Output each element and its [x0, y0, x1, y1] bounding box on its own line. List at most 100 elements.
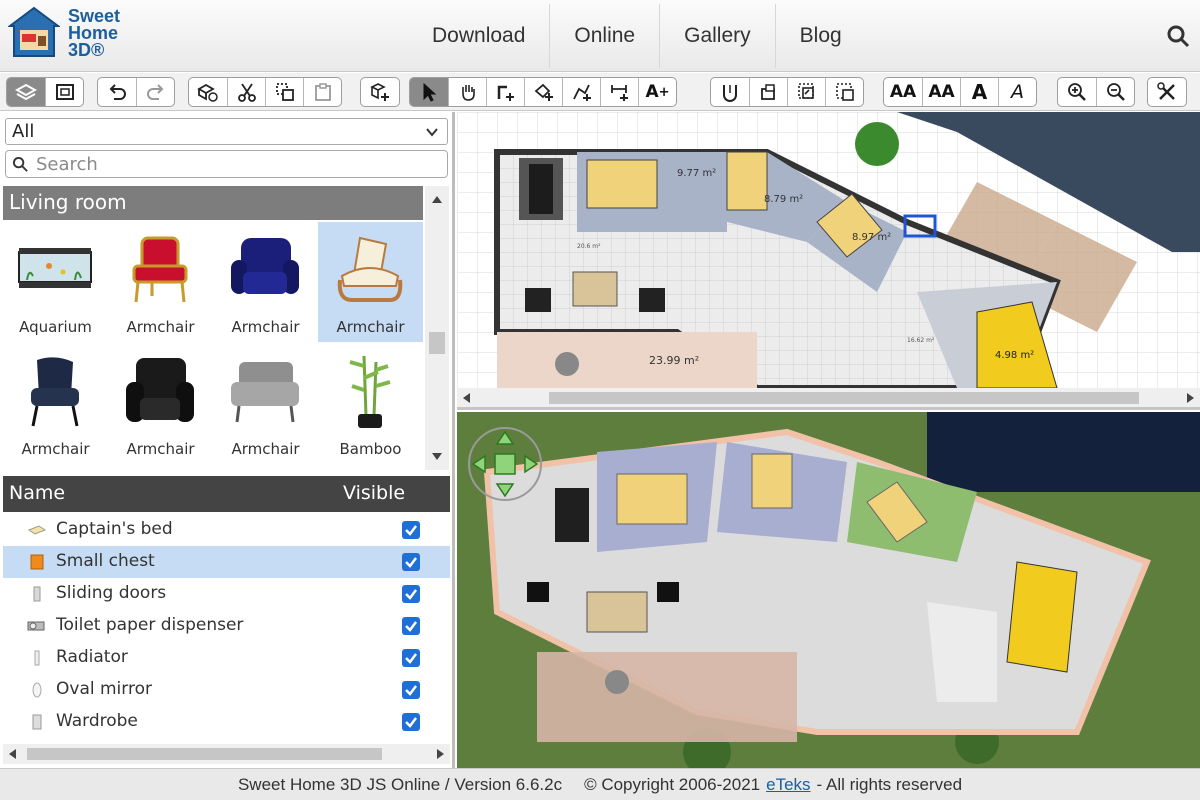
rotate-button[interactable]: [749, 78, 787, 106]
catalog-item-aquarium[interactable]: Aquarium: [3, 222, 108, 342]
furniture-row-toilet-paper-dispenser[interactable]: Toilet paper dispenser: [3, 610, 450, 642]
furniture-list: Name Visible Captain's bed Small chest S…: [3, 476, 450, 766]
visible-checkbox[interactable]: [402, 521, 420, 539]
scroll-right-icon[interactable]: [437, 749, 444, 759]
visible-checkbox[interactable]: [402, 713, 420, 731]
column-visible-header[interactable]: Visible: [343, 482, 405, 504]
nav-blog[interactable]: Blog: [774, 4, 866, 68]
nav-gallery[interactable]: Gallery: [659, 4, 775, 68]
scroll-left-icon[interactable]: [463, 393, 470, 403]
view-3d-button[interactable]: [45, 78, 83, 106]
scroll-thumb[interactable]: [27, 748, 382, 760]
add-group-button[interactable]: [361, 78, 399, 106]
visible-checkbox[interactable]: [402, 649, 420, 667]
cut-button[interactable]: [227, 78, 265, 106]
select-mode-button[interactable]: [410, 78, 448, 106]
furniture-row-oval-mirror[interactable]: Oval mirror: [3, 674, 450, 706]
visible-checkbox[interactable]: [402, 585, 420, 603]
furniture-list-scrollbar[interactable]: [3, 744, 450, 764]
preferences-button[interactable]: [1148, 78, 1186, 106]
select-catalog-button[interactable]: [7, 78, 45, 106]
view-3d-icon: [55, 84, 74, 100]
furniture-row-wardrobe[interactable]: Wardrobe: [3, 706, 450, 738]
undo-redo-group: [97, 77, 175, 107]
view-mode-group: [6, 77, 84, 107]
pan-mode-button[interactable]: [448, 78, 486, 106]
furniture-catalog: Living room Aquarium Armchair Armchair A…: [3, 186, 450, 470]
plan-view[interactable]: 9.77 m² 8.79 m² 8.97 m² 23.99 m² 4.98 m²…: [457, 112, 1200, 410]
catalog-item-label: Armchair: [231, 318, 300, 336]
scroll-up-icon[interactable]: [432, 196, 442, 203]
furniture-row-sliding-doors[interactable]: Sliding doors: [3, 578, 450, 610]
scroll-thumb[interactable]: [429, 332, 445, 354]
create-dimensions-button[interactable]: [600, 78, 638, 106]
visible-checkbox[interactable]: [402, 681, 420, 699]
catalog-item-armchair-wood[interactable]: Armchair: [318, 222, 423, 342]
3d-navigation-control[interactable]: [465, 424, 545, 504]
scroll-down-icon[interactable]: [432, 453, 442, 460]
furniture-row-small-chest[interactable]: Small chest: [3, 546, 450, 578]
scroll-right-icon[interactable]: [1187, 393, 1194, 403]
search-input[interactable]: Search: [5, 150, 448, 178]
furniture-row-radiator[interactable]: Radiator: [3, 642, 450, 674]
undo-button[interactable]: [98, 78, 136, 106]
decrease-text-button[interactable]: AA: [922, 78, 960, 106]
italic-text-icon: A: [1011, 81, 1024, 103]
scroll-left-icon[interactable]: [9, 749, 16, 759]
toilet-paper-icon: [27, 621, 45, 631]
category-select[interactable]: All: [5, 118, 448, 145]
zoom-out-button[interactable]: [1096, 78, 1134, 106]
create-polylines-button[interactable]: [562, 78, 600, 106]
catalog-item-armchair-grey[interactable]: Armchair: [213, 344, 318, 464]
flip-button[interactable]: [711, 78, 749, 106]
zoom-in-button[interactable]: [1058, 78, 1096, 106]
column-name-header[interactable]: Name: [9, 482, 65, 504]
add-furniture-button[interactable]: [189, 78, 227, 106]
catalog-item-armchair-leather[interactable]: Armchair: [108, 344, 213, 464]
paste-style-button[interactable]: [825, 78, 863, 106]
visible-checkbox[interactable]: [402, 617, 420, 635]
footer: Sweet Home 3D JS Online / Version 6.6.2c…: [0, 768, 1200, 800]
catalog-scrollbar[interactable]: [425, 186, 449, 470]
redo-button[interactable]: [136, 78, 174, 106]
text-style-group: AA AA A A: [883, 77, 1037, 107]
search-icon[interactable]: [1166, 24, 1190, 48]
furniture-row-captains-bed[interactable]: Captain's bed: [3, 514, 450, 546]
left-panel: All Search Living room Aquarium Armchair…: [0, 112, 455, 768]
group-group: [360, 77, 400, 107]
catalog-item-label: Aquarium: [19, 318, 92, 336]
nav-download[interactable]: Download: [408, 4, 549, 68]
copy-button[interactable]: [265, 78, 303, 106]
sweet-home-3d-logo[interactable]: Sweet Home 3D®: [7, 6, 148, 66]
eteks-link[interactable]: eTeks: [766, 775, 810, 795]
create-walls-button[interactable]: [486, 78, 524, 106]
duplicate-button[interactable]: [787, 78, 825, 106]
catalog-item-label: Armchair: [231, 440, 300, 458]
arrow-up-icon[interactable]: [495, 430, 515, 445]
arrow-left-icon[interactable]: [471, 454, 486, 474]
plan-scrollbar[interactable]: [457, 388, 1200, 407]
bold-text-button[interactable]: A: [960, 78, 998, 106]
catalog-item-armchair-red[interactable]: Armchair: [108, 222, 213, 342]
zoom-out-icon: [1106, 83, 1125, 101]
search-placeholder: Search: [36, 154, 98, 175]
catalog-item-armchair-blue[interactable]: Armchair: [213, 222, 318, 342]
logo-line-3: 3D®: [68, 40, 105, 60]
increase-text-button[interactable]: AA: [884, 78, 922, 106]
leather-armchair-icon: [126, 358, 194, 422]
3d-view[interactable]: [457, 412, 1200, 768]
arrow-down-icon[interactable]: [495, 483, 515, 498]
catalog-item-armchair-navy[interactable]: Armchair: [3, 344, 108, 464]
add-group-icon: [370, 83, 389, 101]
arrow-right-icon[interactable]: [524, 454, 539, 474]
area-label: 8.97 m²: [852, 232, 891, 243]
add-text-button[interactable]: A +: [638, 78, 676, 106]
italic-text-button[interactable]: A: [998, 78, 1036, 106]
increase-text-icon: AA: [889, 82, 917, 102]
catalog-item-bamboo[interactable]: Bamboo: [318, 344, 423, 464]
paste-button[interactable]: [303, 78, 341, 106]
nav-online[interactable]: Online: [549, 4, 659, 68]
create-rooms-button[interactable]: [524, 78, 562, 106]
visible-checkbox[interactable]: [402, 553, 420, 571]
scroll-thumb[interactable]: [549, 392, 1139, 404]
